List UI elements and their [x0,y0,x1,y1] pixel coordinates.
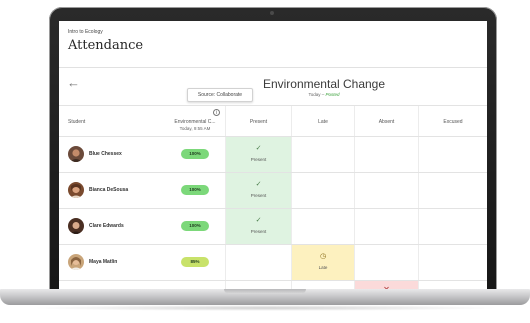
avatar [68,146,84,162]
percent-cell: 100% [165,209,225,244]
header-divider [59,67,487,68]
student-name[interactable]: Blue Chessex [89,151,122,157]
header-late-label: Late [318,119,328,125]
absent-cell[interactable] [354,137,418,172]
avatar [68,182,84,198]
check-icon: ✓ [255,145,262,152]
student-cell: Bianca DeSousa [59,173,165,208]
absent-cell[interactable] [354,245,418,280]
present-cell[interactable] [225,245,291,280]
header-metric-label: Environmental C... [174,119,216,125]
camera-icon [270,11,274,15]
check-icon: ✓ [255,217,262,224]
event-subtitle: Today – Posted [239,92,409,97]
event-status: Posted [325,92,340,97]
excused-cell[interactable] [418,209,487,244]
header-metric[interactable]: i Environmental C... Today, 9:55 AM [165,106,225,136]
attendance-table: Student i Environmental C... Today, 9:55… [59,105,487,296]
laptop-screen: Intro to Ecology Attendance ← Source: Co… [59,21,487,296]
laptop-shadow [30,305,500,311]
laptop-base [0,289,530,305]
info-icon[interactable]: i [213,109,220,116]
header-present-label: Present [249,119,268,125]
late-label: Late [318,265,328,270]
back-arrow-icon[interactable]: ← [67,76,80,89]
absent-cell[interactable] [354,209,418,244]
late-cell[interactable] [291,173,354,208]
excused-cell[interactable] [418,137,487,172]
excused-cell[interactable] [418,173,487,208]
table-row: Blue Chessex 100% ✓ Present [59,136,487,172]
header-absent[interactable]: Absent [354,106,418,136]
student-cell: Clare Edwards [59,209,165,244]
table-row: Bianca DeSousa 100% ✓ Present [59,172,487,208]
excused-cell[interactable] [418,245,487,280]
percent-badge: 100% [181,149,209,159]
clock-icon: ◷ [319,253,327,260]
header-excused-label: Excused [443,119,463,125]
page-title: Attendance [68,38,144,53]
event-date: Today [308,92,321,97]
table-row: Clare Edwards 100% ✓ Present [59,208,487,244]
student-name[interactable]: Maya Matlin [89,259,117,265]
late-cell[interactable] [291,137,354,172]
present-cell[interactable]: ✓ Present [225,137,291,172]
present-cell[interactable]: ✓ Present [225,173,291,208]
present-label: Present [250,193,267,198]
table-row: Maya Matlin 85% ◷ Late [59,244,487,280]
student-name[interactable]: Clare Edwards [89,223,124,229]
header-student: Student [59,106,165,136]
event-title: Environmental Change [262,77,386,91]
percent-cell: 100% [165,173,225,208]
header-late[interactable]: Late [291,106,354,136]
avatar [68,254,84,270]
avatar [68,218,84,234]
laptop-notch [224,289,306,294]
student-name[interactable]: Bianca DeSousa [89,187,128,193]
present-label: Present [250,157,267,162]
late-cell[interactable] [291,209,354,244]
header-metric-date: Today, 9:55 AM [179,126,211,131]
header-absent-label: Absent [378,119,395,125]
percent-badge: 100% [181,221,209,231]
percent-cell: 100% [165,137,225,172]
absent-cell[interactable] [354,173,418,208]
table-header-row: Student i Environmental C... Today, 9:55… [59,105,487,136]
late-cell[interactable]: ◷ Late [291,245,354,280]
header-excused[interactable]: Excused [418,106,487,136]
present-label: Present [250,229,267,234]
header-present[interactable]: Present [225,106,291,136]
student-cell: Maya Matlin [59,245,165,280]
present-cell[interactable]: ✓ Present [225,209,291,244]
student-cell: Blue Chessex [59,137,165,172]
percent-badge: 100% [181,185,209,195]
course-name: Intro to Ecology [68,29,103,35]
percent-badge: 85% [181,257,209,267]
percent-cell: 85% [165,245,225,280]
header-student-label: Student [68,119,86,125]
laptop-lid: Intro to Ecology Attendance ← Source: Co… [49,7,497,297]
check-icon: ✓ [255,181,262,188]
